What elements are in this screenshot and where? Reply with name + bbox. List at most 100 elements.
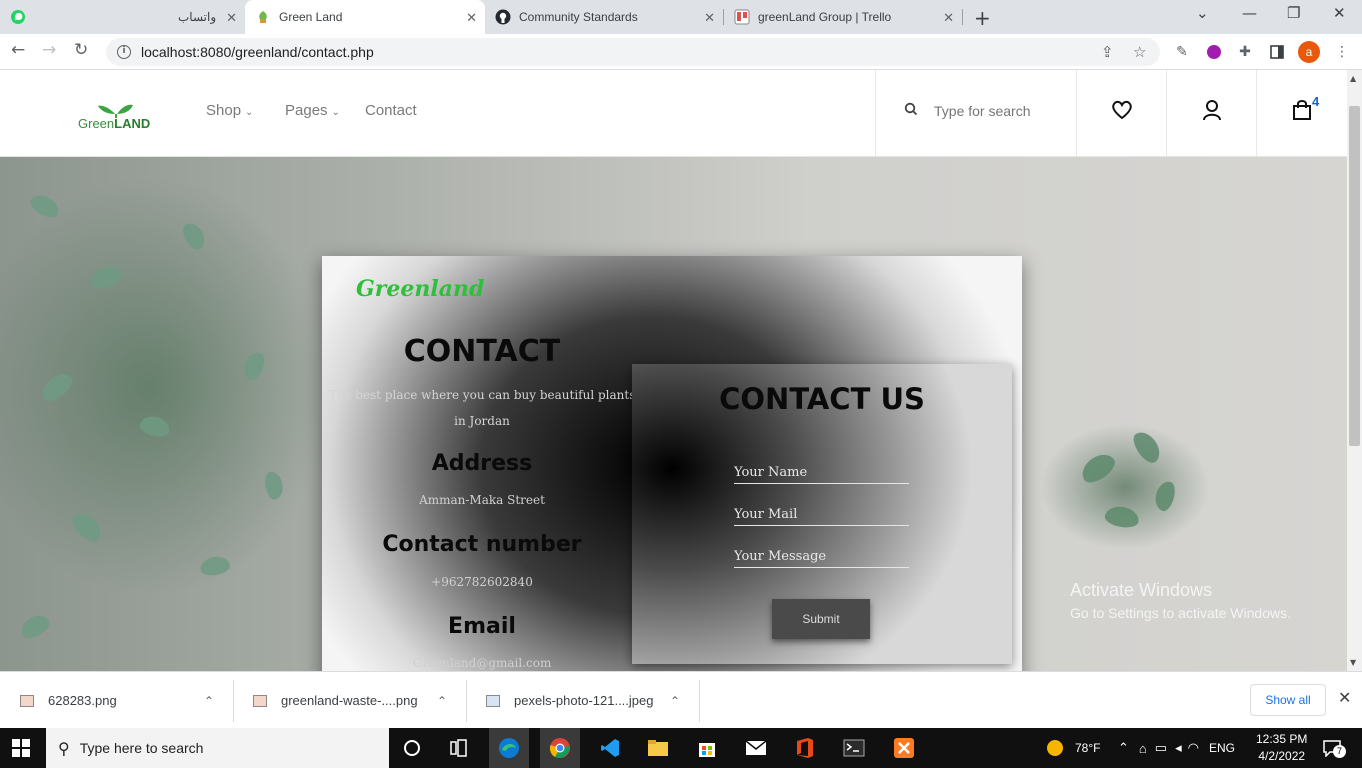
- close-icon[interactable]: ✕: [466, 10, 477, 26]
- shopping-bag-icon[interactable]: [1290, 98, 1314, 122]
- message-field[interactable]: [734, 546, 909, 568]
- taskbar-search-placeholder: Type here to search: [79, 740, 204, 756]
- wifi-icon[interactable]: ◠: [1188, 740, 1199, 756]
- close-icon[interactable]: ✕: [1338, 688, 1351, 707]
- office-icon[interactable]: [785, 728, 825, 768]
- notification-count: 7: [1333, 745, 1346, 758]
- windows-start-icon[interactable]: [12, 739, 30, 757]
- nav-pages[interactable]: Pages ⌄: [285, 102, 340, 119]
- tab-label: Green Land: [279, 10, 343, 24]
- browser-toolbar: ← → ↻ i localhost:8080/greenland/contact…: [0, 34, 1362, 70]
- site-logo[interactable]: GreenLAND: [78, 100, 158, 134]
- download-filename: 628283.png: [48, 693, 117, 708]
- chevron-up-icon[interactable]: ⌃: [204, 694, 214, 708]
- search-input[interactable]: [934, 103, 1064, 119]
- reload-icon[interactable]: ↻: [74, 40, 88, 60]
- back-arrow-icon[interactable]: ←: [11, 40, 25, 60]
- system-tray[interactable]: ⌃ ⌂ ▭ ◂ ◠ ENG: [1118, 728, 1235, 768]
- volume-icon[interactable]: ◂: [1175, 740, 1182, 756]
- windows-taskbar: ⚲ Type here to search 78°F ⌃ ⌂ ▭ ◂ ◠ ENG…: [0, 728, 1362, 768]
- notification-center[interactable]: 7: [1322, 728, 1346, 768]
- download-item[interactable]: greenland-waste-....png ⌃: [253, 672, 463, 729]
- show-all-button[interactable]: Show all: [1250, 684, 1326, 716]
- watermark-line-2: Go to Settings to activate Windows.: [1070, 605, 1291, 621]
- nav-shop[interactable]: Shop ⌄: [206, 102, 253, 119]
- user-account-icon[interactable]: [1200, 98, 1224, 122]
- decorative-leaf: [87, 262, 125, 292]
- url-text: localhost:8080/greenland/contact.php: [141, 44, 374, 60]
- extension-purple-icon[interactable]: [1205, 43, 1223, 61]
- language-indicator[interactable]: ENG: [1209, 741, 1235, 755]
- name-field[interactable]: [734, 462, 909, 484]
- file-explorer-icon[interactable]: [638, 728, 678, 768]
- tab-search-chevron-icon[interactable]: ⌄: [1196, 4, 1209, 22]
- download-item[interactable]: pexels-photo-121....jpeg ⌃: [486, 672, 696, 729]
- battery-icon[interactable]: ▭: [1155, 740, 1167, 756]
- terminal-icon[interactable]: [834, 728, 874, 768]
- logo-text: GreenLAND: [78, 116, 151, 131]
- vscode-icon[interactable]: [590, 728, 630, 768]
- nav-contact[interactable]: Contact: [365, 102, 417, 119]
- close-icon[interactable]: ✕: [226, 10, 237, 26]
- search-icon[interactable]: [904, 102, 918, 120]
- forward-arrow-icon[interactable]: →: [42, 40, 56, 60]
- new-tab-button[interactable]: +: [974, 6, 991, 30]
- close-icon[interactable]: ✕: [943, 10, 954, 26]
- extension-pen-icon[interactable]: ✎: [1173, 43, 1191, 61]
- tab-greenland[interactable]: Green Land ✕: [245, 0, 485, 34]
- cortana-icon[interactable]: [392, 728, 432, 768]
- decorative-leaf: [37, 368, 77, 406]
- scrollbar-thumb[interactable]: [1349, 106, 1360, 446]
- submit-button[interactable]: Submit: [772, 599, 870, 639]
- scroll-down-arrow-icon[interactable]: ▼: [1350, 658, 1356, 667]
- decorative-leaf: [240, 349, 268, 383]
- page-scrollbar[interactable]: ▲ ▼: [1347, 70, 1362, 671]
- restore-button[interactable]: ❐: [1287, 4, 1300, 22]
- search-icon: ⚲: [58, 738, 70, 758]
- task-view-icon[interactable]: [440, 728, 480, 768]
- close-icon[interactable]: ✕: [704, 10, 715, 26]
- weather-widget[interactable]: 78°F: [1045, 728, 1100, 768]
- bookmark-star-icon[interactable]: ☆: [1133, 43, 1146, 61]
- address-bar[interactable]: i localhost:8080/greenland/contact.php: [106, 38, 1160, 66]
- header-divider: [1256, 70, 1257, 157]
- tab-separator: [962, 9, 963, 25]
- decorative-leaf: [179, 219, 209, 253]
- site-info-icon[interactable]: i: [117, 45, 131, 59]
- minimize-button[interactable]: —: [1242, 4, 1257, 22]
- header-divider: [1166, 70, 1167, 157]
- edge-browser-icon[interactable]: [489, 728, 529, 768]
- clock[interactable]: 12:35 PM 4/2/2022: [1256, 731, 1307, 765]
- chrome-browser-icon[interactable]: [540, 728, 580, 768]
- chevron-up-icon[interactable]: ⌃: [670, 694, 680, 708]
- contact-number-heading: Contact number: [382, 532, 582, 557]
- xampp-icon[interactable]: [884, 728, 924, 768]
- share-icon[interactable]: ⇪: [1101, 43, 1114, 61]
- email-field[interactable]: [734, 504, 909, 526]
- tab-trello[interactable]: greenLand Group | Trello ✕: [724, 0, 962, 34]
- contact-card: Greenland CONTACT The best place where y…: [322, 256, 1022, 671]
- chevron-up-icon[interactable]: ⌃: [437, 694, 447, 708]
- extensions-puzzle-icon[interactable]: ✚: [1236, 43, 1254, 61]
- profile-avatar[interactable]: a: [1298, 41, 1320, 63]
- microsoft-store-icon[interactable]: [687, 728, 727, 768]
- tab-community-standards[interactable]: Community Standards ✕: [485, 0, 723, 34]
- download-item[interactable]: 628283.png ⌃: [20, 672, 230, 729]
- chevron-up-icon[interactable]: ⌃: [1118, 740, 1129, 756]
- menu-kebab-icon[interactable]: ⋮: [1333, 43, 1351, 61]
- header-divider: [1076, 70, 1077, 157]
- close-window-button[interactable]: ✕: [1333, 4, 1346, 22]
- tab-whatsapp[interactable]: واتساب ✕: [0, 0, 245, 34]
- network-icon[interactable]: ⌂: [1139, 741, 1147, 756]
- download-separator: [233, 680, 234, 722]
- activate-windows-watermark: Activate Windows Go to Settings to activ…: [1070, 580, 1291, 621]
- contact-form-title: CONTACT US: [719, 382, 925, 416]
- email-heading: Email: [448, 614, 516, 639]
- clock-date: 4/2/2022: [1258, 749, 1306, 763]
- side-panel-icon[interactable]: [1268, 43, 1286, 61]
- taskbar-search[interactable]: ⚲ Type here to search: [46, 728, 389, 768]
- wishlist-heart-icon[interactable]: [1110, 98, 1134, 122]
- scroll-up-arrow-icon[interactable]: ▲: [1350, 74, 1356, 83]
- cart-count-badge: 4: [1312, 94, 1320, 109]
- mail-icon[interactable]: [736, 728, 776, 768]
